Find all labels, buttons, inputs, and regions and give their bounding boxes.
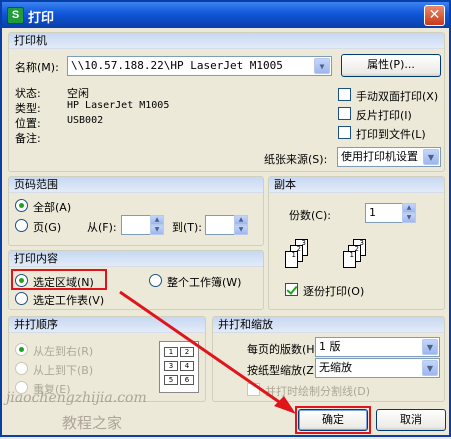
page-range-group: 页码范围 全部(A) 页(G) 从(F): ▲ ▼ 到(T): ▲ ▼ <box>8 176 264 246</box>
location-label: 位置: <box>15 117 41 130</box>
range-all-label[interactable]: 全部(A) <box>33 199 71 215</box>
page-range-group-title: 页码范围 <box>9 177 263 193</box>
highlight-ok-button <box>295 406 371 434</box>
pages-per-sheet-select[interactable]: 1 版 ▼ <box>315 337 440 357</box>
workbook-label[interactable]: 整个工作簿(W) <box>167 274 241 290</box>
print-to-file-checkbox[interactable] <box>338 126 351 139</box>
collate-page: 1 <box>285 251 298 268</box>
range-all-radio[interactable] <box>15 199 28 212</box>
sheet-radio[interactable] <box>15 292 28 305</box>
ttb-label[interactable]: 从上到下(B) <box>33 362 93 378</box>
chevron-down-icon[interactable]: ▼ <box>422 339 438 355</box>
order-cell: 1 <box>164 347 178 357</box>
status-label: 状态: <box>15 87 41 100</box>
watermark-name: 教程之家 <box>62 414 123 432</box>
spin-up-icon[interactable]: ▲ <box>150 215 164 225</box>
sheet-label[interactable]: 选定工作表(V) <box>33 292 104 308</box>
ttb-radio[interactable] <box>15 362 28 375</box>
scale-value: 无缩放 <box>319 361 352 374</box>
order-cell: 3 <box>164 361 178 371</box>
status-value: 空闲 <box>67 87 89 100</box>
location-value: USB002 <box>67 115 104 126</box>
chevron-down-icon[interactable]: ▼ <box>422 360 438 376</box>
duplex-label[interactable]: 手动双面打印(X) <box>356 88 438 104</box>
to-label: 到(T): <box>172 221 203 234</box>
order-cell: 4 <box>180 361 194 371</box>
collate-label[interactable]: 逐份打印(O) <box>303 283 364 299</box>
order-preview: 1 2 3 4 5 6 <box>159 341 199 393</box>
printer-name-label: 名称(M): <box>15 61 59 74</box>
comment-label: 备注: <box>15 132 41 145</box>
paper-source-label: 纸张来源(S): <box>264 153 328 166</box>
copies-group-title: 副本 <box>269 177 444 193</box>
divider-label[interactable]: 并打时绘制分割线(D) <box>265 383 370 399</box>
type-value: HP LaserJet M1005 <box>67 100 170 111</box>
printer-group: 打印机 名称(M): \\10.57.188.22\HP LaserJet M1… <box>8 32 445 172</box>
copies-group: 副本 份数(C): 1 ▲ ▼ 3 2 1 3 2 1 逐份打印(O) <box>268 176 445 310</box>
type-label: 类型: <box>15 102 41 115</box>
chevron-down-icon[interactable]: ▼ <box>423 149 439 165</box>
ltr-label[interactable]: 从左到右(R) <box>33 343 93 359</box>
print-to-file-label[interactable]: 打印到文件(L) <box>356 126 426 142</box>
app-icon: S <box>7 7 24 24</box>
collate-checkbox[interactable] <box>285 283 298 296</box>
scale-select[interactable]: 无缩放 ▼ <box>315 358 440 378</box>
spin-up-icon[interactable]: ▲ <box>402 203 416 213</box>
printer-name-select[interactable]: \\10.57.188.22\HP LaserJet M1005 ▼ <box>67 56 332 76</box>
spin-down-icon[interactable]: ▼ <box>150 225 164 235</box>
to-page-spinner[interactable]: ▲ ▼ <box>234 215 248 235</box>
cancel-button[interactable]: 取消 <box>376 409 446 431</box>
paper-source-value: 使用打印机设置 <box>341 150 418 163</box>
spin-up-icon[interactable]: ▲ <box>234 215 248 225</box>
zoom-group: 并打和缩放 每页的版数(H): 1 版 ▼ 按纸型缩放(Z): 无缩放 ▼ 并打… <box>212 316 445 402</box>
watermark-url: jiaochengzhijia.com <box>6 390 147 406</box>
from-page-spinner[interactable]: ▲ ▼ <box>150 215 164 235</box>
order-cell: 2 <box>180 347 194 357</box>
pages-per-sheet-value: 1 版 <box>319 340 341 353</box>
close-button[interactable]: ✕ <box>424 5 445 26</box>
spin-down-icon[interactable]: ▼ <box>402 213 416 223</box>
print-dialog: S 打印 ✕ 打印机 名称(M): \\10.57.188.22\HP Lase… <box>0 0 451 437</box>
workbook-radio[interactable] <box>149 274 162 287</box>
zoom-group-title: 并打和缩放 <box>213 317 444 333</box>
order-cell: 6 <box>180 375 194 385</box>
pages-per-sheet-label: 每页的版数(H): <box>247 343 323 356</box>
range-pages-label[interactable]: 页(G) <box>33 219 61 235</box>
ltr-radio[interactable] <box>15 343 28 356</box>
print-content-group-title: 打印内容 <box>9 251 263 267</box>
printer-name-value: \\10.57.188.22\HP LaserJet M1005 <box>71 59 283 72</box>
collate-page: 1 <box>343 251 356 268</box>
properties-button[interactable]: 属性(P)... <box>341 54 441 77</box>
title-bar[interactable]: S 打印 ✕ <box>2 2 449 28</box>
paper-source-select[interactable]: 使用打印机设置 ▼ <box>337 147 441 167</box>
range-pages-radio[interactable] <box>15 219 28 232</box>
scale-label: 按纸型缩放(Z): <box>247 364 322 377</box>
copies-count-value: 1 <box>369 206 376 219</box>
order-cell: 5 <box>164 375 178 385</box>
window-title: 打印 <box>28 11 55 26</box>
printer-group-title: 打印机 <box>9 33 444 49</box>
from-label: 从(F): <box>87 221 117 234</box>
print-order-group-title: 并打顺序 <box>9 317 205 333</box>
divider-checkbox[interactable] <box>247 383 260 396</box>
copies-count-label: 份数(C): <box>289 209 331 222</box>
copies-spinner[interactable]: ▲ ▼ <box>402 203 416 223</box>
duplex-checkbox[interactable] <box>338 88 351 101</box>
reverse-checkbox[interactable] <box>338 107 351 120</box>
highlight-selection <box>11 269 107 290</box>
reverse-label[interactable]: 反片打印(I) <box>356 107 412 123</box>
chevron-down-icon[interactable]: ▼ <box>314 58 330 74</box>
spin-down-icon[interactable]: ▼ <box>234 225 248 235</box>
